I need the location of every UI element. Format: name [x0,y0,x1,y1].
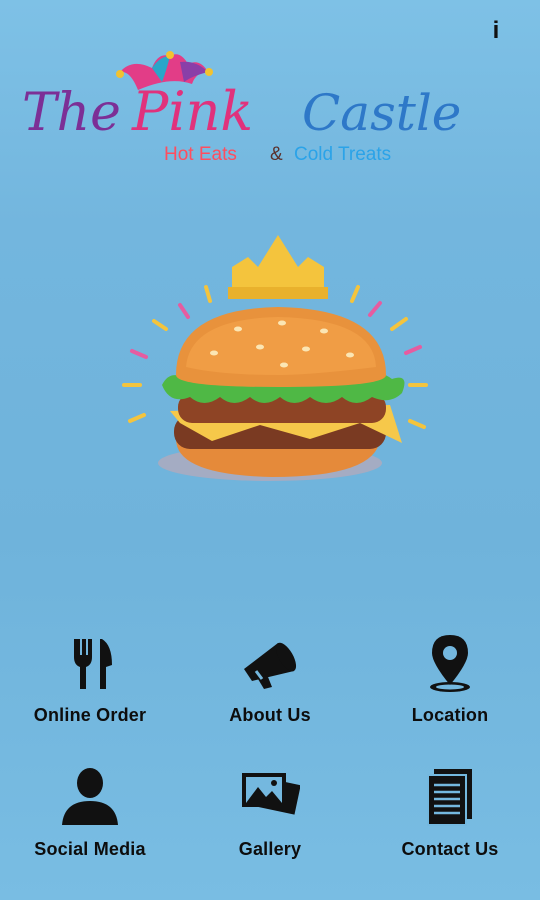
social-media-button[interactable]: Social Media [0,759,180,879]
map-pin-icon [420,631,480,695]
brand-pink-text: Pink [131,80,253,143]
location-button[interactable]: Location [360,625,540,745]
menu-item-label: Online Order [33,705,147,725]
menu-item-label: Gallery [238,839,302,859]
menu-item-label: Location [411,705,489,725]
brand-the-text: The [22,83,121,143]
crown-icon [228,235,328,299]
brand-castle-text: Castle [302,84,461,142]
main-menu-grid: Online Order About Us Location Social Me… [0,625,540,875]
info-button[interactable]: i [488,14,504,48]
menu-item-label: Social Media [34,839,146,859]
menu-item-label: About Us [229,705,311,725]
megaphone-icon [240,631,300,695]
document-icon [420,765,480,829]
about-us-button[interactable]: About Us [180,625,360,745]
burger-illustration [110,225,440,505]
person-icon [60,765,120,829]
fork-knife-icon [60,631,120,695]
tag-hot-text: Hot Eats [164,144,237,165]
tag-cold-text: Cold Treats [294,144,391,165]
photo-gallery-icon [240,765,301,829]
tag-amp-text: & [270,144,283,165]
menu-item-label: Contact Us [401,839,499,859]
online-order-button[interactable]: Online Order [0,625,180,745]
brand-logo: The Pink Castle Hot Eats & Cold Treats [20,50,500,170]
contact-us-button[interactable]: Contact Us [360,759,540,879]
gallery-button[interactable]: Gallery [180,759,360,879]
